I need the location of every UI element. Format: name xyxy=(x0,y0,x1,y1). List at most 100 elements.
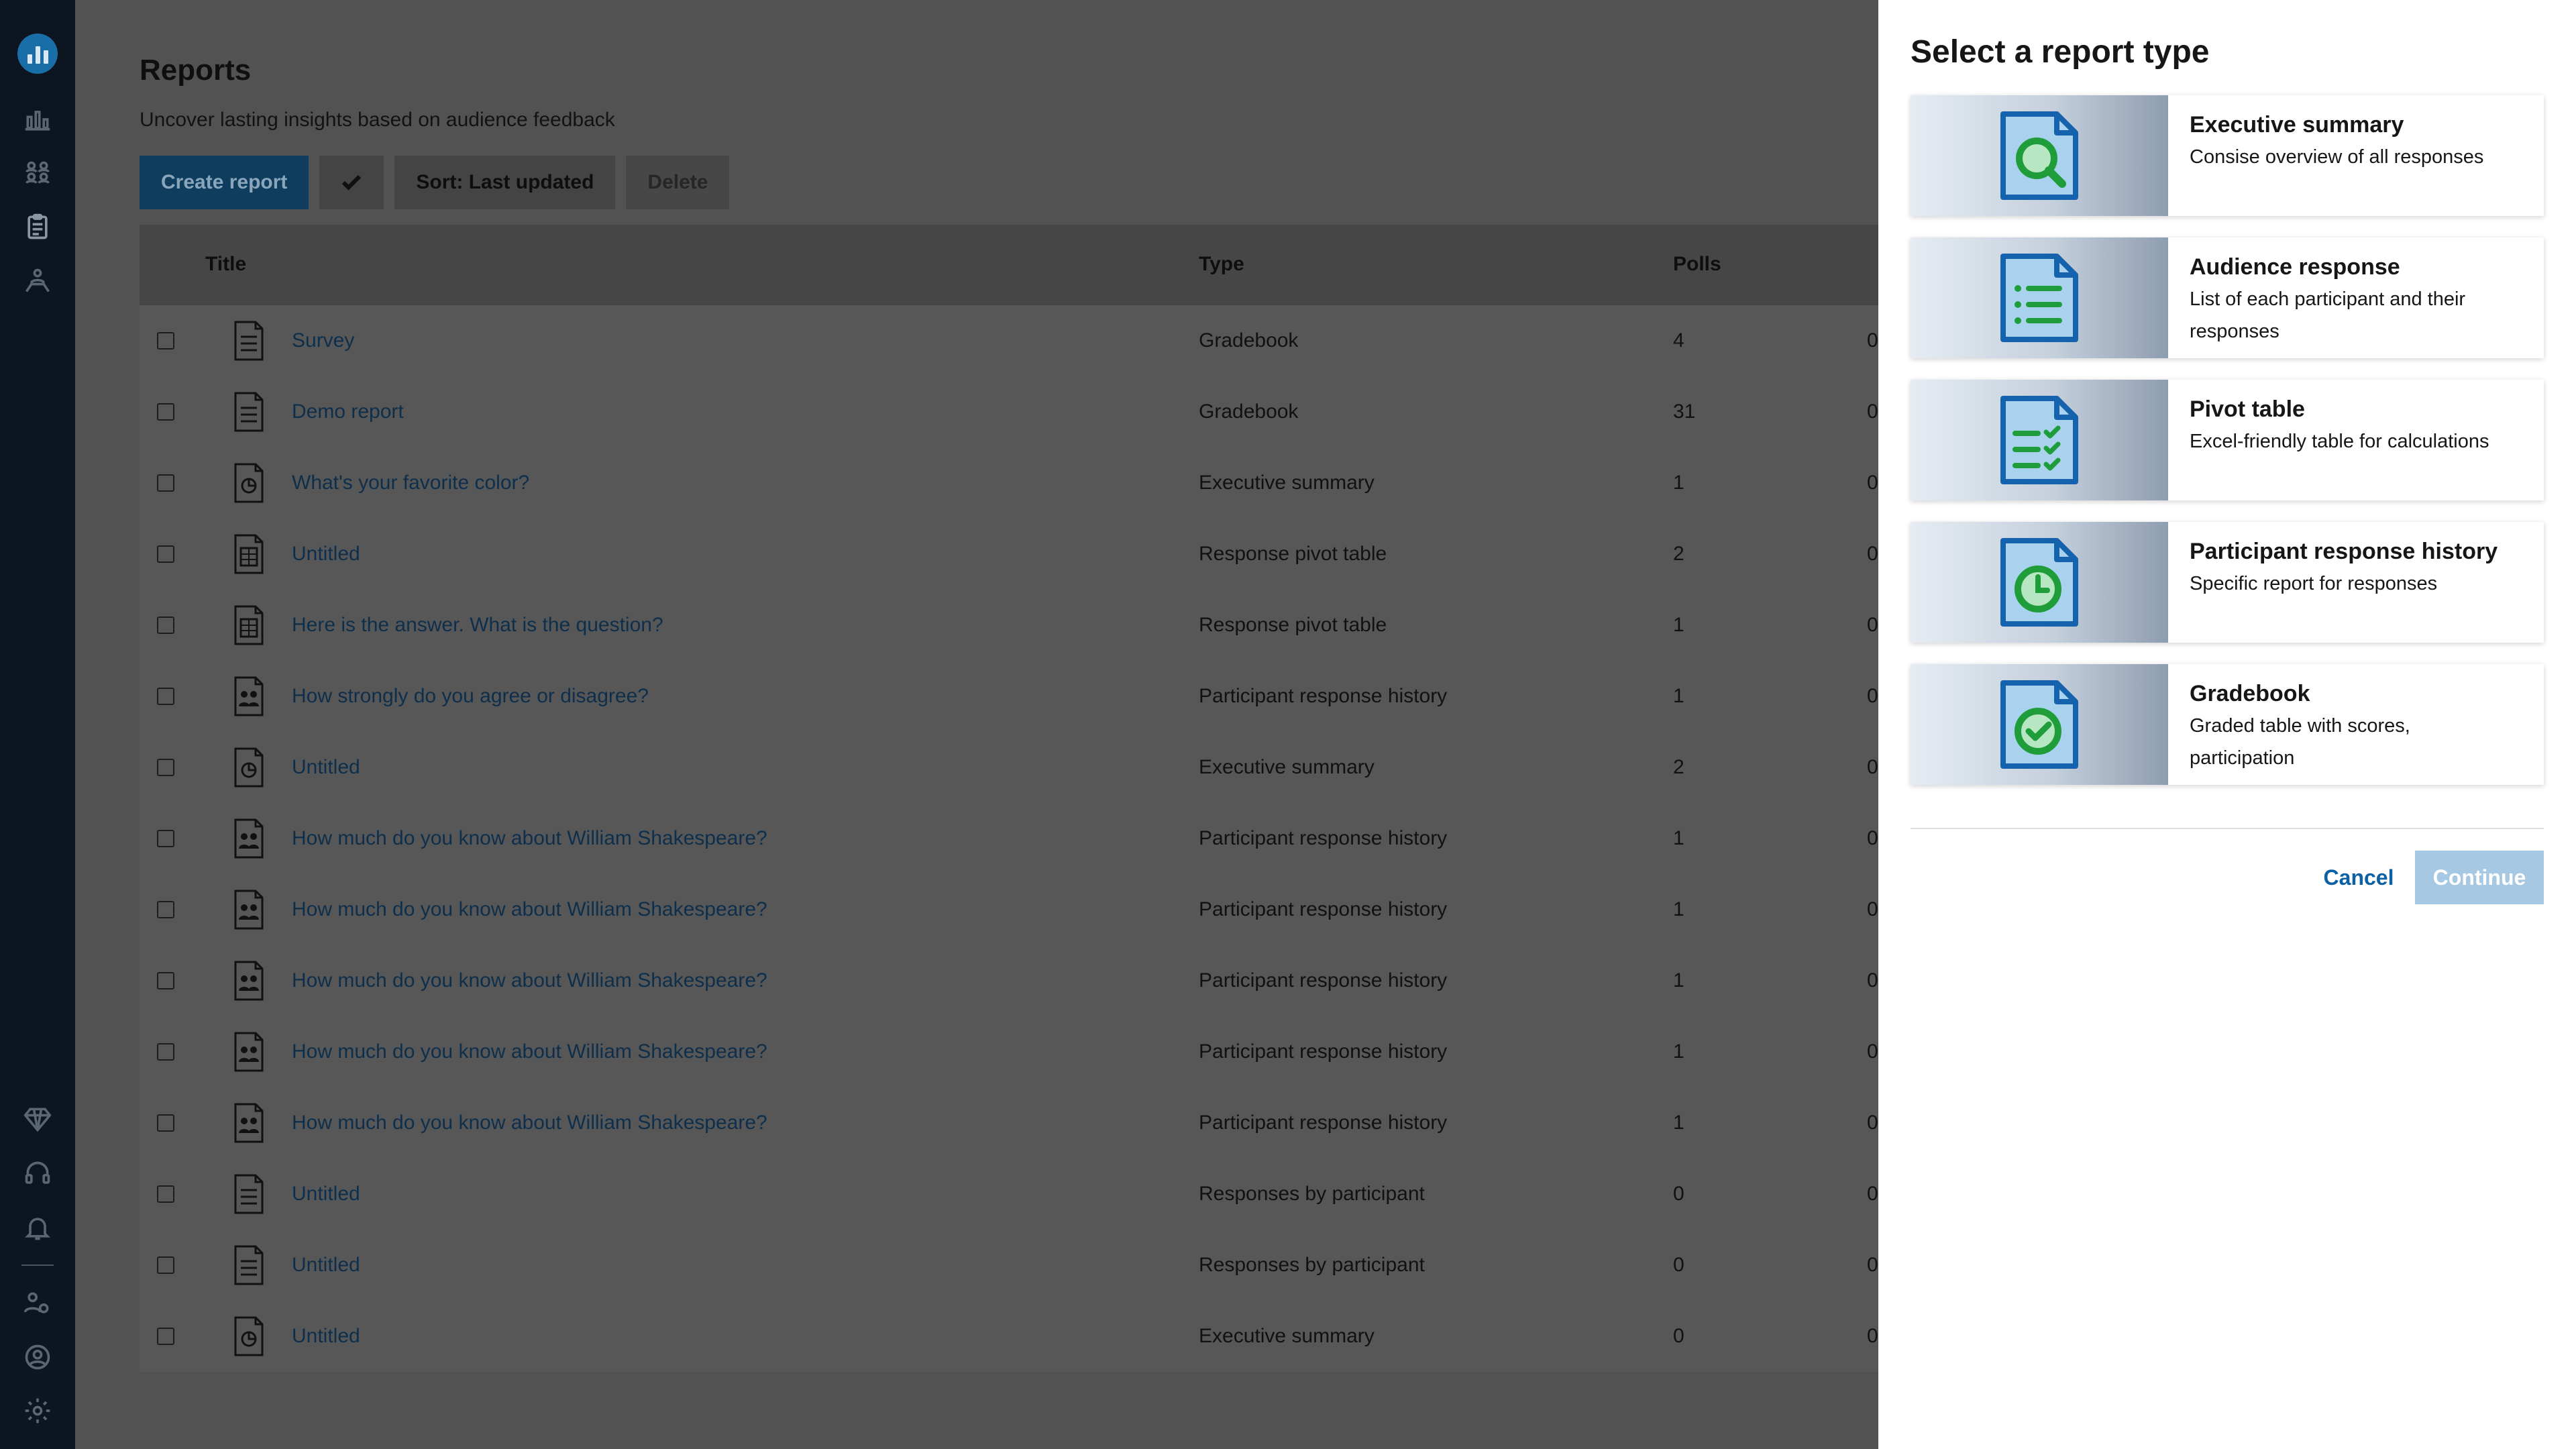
report-extra-value: 0 xyxy=(1867,1254,1878,1276)
table-row[interactable]: How strongly do you agree or disagree? Pa… xyxy=(140,661,1878,732)
table-row[interactable]: Untitled Response pivot table 2 0 xyxy=(140,519,1878,590)
report-title-link[interactable]: Untitled xyxy=(292,1183,360,1205)
team-settings-icon[interactable] xyxy=(19,1285,56,1322)
card-description: Excel-friendly table for calculations xyxy=(2190,431,2489,452)
reports-main: Reports Uncover lasting insights based o… xyxy=(75,0,1878,1449)
table-row[interactable]: What's your favorite color? Executive sum… xyxy=(140,447,1878,519)
report-type: Executive summary xyxy=(1199,1325,1375,1347)
row-checkbox[interactable] xyxy=(157,1185,174,1203)
report-title-link[interactable]: How much do you know about William Shake… xyxy=(292,827,767,850)
table-row[interactable]: Untitled Executive summary 0 0 xyxy=(140,1301,1878,1372)
diamond-upgrade-icon[interactable] xyxy=(19,1100,56,1138)
report-polls-count: 1 xyxy=(1673,1112,1684,1134)
report-polls-count: 0 xyxy=(1673,1325,1684,1347)
report-title-link[interactable]: What's your favorite color? xyxy=(292,472,529,494)
table-row[interactable]: Untitled Responses by participant 0 0 xyxy=(140,1159,1878,1230)
bar-chart-icon[interactable] xyxy=(19,101,56,138)
audience-icon[interactable] xyxy=(19,154,56,192)
report-title-link[interactable]: How much do you know about William Shake… xyxy=(292,898,767,921)
account-avatar-icon[interactable] xyxy=(19,1338,56,1376)
report-type: Response pivot table xyxy=(1199,614,1387,636)
create-report-button[interactable]: Create report xyxy=(140,156,309,209)
column-header-polls[interactable]: Polls xyxy=(1673,253,1721,276)
report-title-link[interactable]: Untitled xyxy=(292,756,360,779)
bell-notifications-icon[interactable] xyxy=(19,1209,56,1246)
row-checkbox[interactable] xyxy=(157,616,174,634)
report-type-card-pivot-table[interactable]: Pivot table Excel-friendly table for cal… xyxy=(1911,380,2544,500)
gear-settings-icon[interactable] xyxy=(19,1392,56,1430)
report-title-link[interactable]: Survey xyxy=(292,329,354,352)
column-header-title[interactable]: Title xyxy=(205,253,246,276)
sort-button[interactable]: Sort: Last updated xyxy=(394,156,616,209)
table-row[interactable]: Demo report Gradebook 31 0 xyxy=(140,376,1878,447)
clock-icon xyxy=(1911,522,2168,643)
report-type: Executive summary xyxy=(1199,756,1375,778)
row-checkbox[interactable] xyxy=(157,1328,174,1345)
table-row[interactable]: Survey Gradebook 4 0 xyxy=(140,305,1878,376)
row-checkbox[interactable] xyxy=(157,830,174,847)
report-title-link[interactable]: Demo report xyxy=(292,400,404,423)
row-checkbox[interactable] xyxy=(157,403,174,421)
report-document-icon xyxy=(233,462,264,504)
report-document-icon xyxy=(233,1102,264,1144)
panel-divider xyxy=(1911,828,2544,829)
table-header: Title Type Polls xyxy=(140,225,1878,305)
continue-button[interactable]: Continue xyxy=(2415,851,2544,904)
left-nav-rail xyxy=(0,0,75,1449)
row-checkbox[interactable] xyxy=(157,1114,174,1132)
report-document-icon xyxy=(233,533,264,575)
row-checkbox[interactable] xyxy=(157,545,174,563)
report-polls-count: 1 xyxy=(1673,685,1684,707)
report-type-card-executive-summary[interactable]: Executive summary Consise overview of al… xyxy=(1911,95,2544,216)
row-checkbox[interactable] xyxy=(157,332,174,350)
report-extra-value: 0 xyxy=(1867,543,1878,565)
report-type-card-participant-history[interactable]: Participant response history Specific re… xyxy=(1911,522,2544,643)
report-extra-value: 0 xyxy=(1867,1325,1878,1347)
report-title-link[interactable]: Here is the answer. What is the question… xyxy=(292,614,663,637)
report-title-link[interactable]: How strongly do you agree or disagree? xyxy=(292,685,649,708)
report-title-link[interactable]: How much do you know about William Shake… xyxy=(292,1040,767,1063)
table-row[interactable]: How much do you know about William Shake… xyxy=(140,874,1878,945)
app-logo-icon[interactable] xyxy=(17,34,58,74)
report-title-link[interactable]: How much do you know about William Shake… xyxy=(292,1112,767,1134)
report-type: Gradebook xyxy=(1199,329,1299,352)
row-checkbox[interactable] xyxy=(157,759,174,776)
table-row[interactable]: Untitled Responses by participant 0 0 xyxy=(140,1230,1878,1301)
row-checkbox[interactable] xyxy=(157,474,174,492)
column-header-type[interactable]: Type xyxy=(1199,253,1244,276)
headset-support-icon[interactable] xyxy=(19,1155,56,1193)
report-extra-value: 0 xyxy=(1867,898,1878,920)
report-title-link[interactable]: Untitled xyxy=(292,1254,360,1277)
delete-button[interactable]: Delete xyxy=(626,156,730,209)
reports-clipboard-icon[interactable] xyxy=(19,208,56,246)
report-document-icon xyxy=(233,1316,264,1357)
row-checkbox[interactable] xyxy=(157,972,174,989)
table-row[interactable]: How much do you know about William Shake… xyxy=(140,803,1878,874)
report-title-link[interactable]: Untitled xyxy=(292,543,360,566)
report-title-link[interactable]: How much do you know about William Shake… xyxy=(292,969,767,992)
report-type-card-gradebook[interactable]: Gradebook Graded table with scores, part… xyxy=(1911,664,2544,785)
table-body: Survey Gradebook 4 0 Demo report Gradebook 31 0… xyxy=(140,305,1878,1372)
report-title-link[interactable]: Untitled xyxy=(292,1325,360,1348)
report-polls-count: 2 xyxy=(1673,543,1684,565)
report-type: Gradebook xyxy=(1199,400,1299,423)
row-checkbox[interactable] xyxy=(157,1256,174,1274)
presenter-icon[interactable] xyxy=(19,262,56,299)
cancel-button[interactable]: Cancel xyxy=(2298,851,2419,904)
table-row[interactable]: How much do you know about William Shake… xyxy=(140,945,1878,1016)
select-all-button[interactable] xyxy=(319,156,384,209)
report-extra-value: 0 xyxy=(1867,472,1878,494)
row-checkbox[interactable] xyxy=(157,688,174,705)
table-row[interactable]: Untitled Executive summary 2 0 xyxy=(140,732,1878,803)
reports-toolbar: Create report Sort: Last updated Delete xyxy=(140,156,730,209)
card-description: participation xyxy=(2190,747,2295,769)
row-checkbox[interactable] xyxy=(157,1043,174,1061)
table-row[interactable]: How much do you know about William Shake… xyxy=(140,1016,1878,1087)
table-row[interactable]: How much do you know about William Shake… xyxy=(140,1087,1878,1159)
report-type: Participant response history xyxy=(1199,827,1448,849)
report-polls-count: 0 xyxy=(1673,1183,1684,1205)
report-document-icon xyxy=(233,889,264,930)
table-row[interactable]: Here is the answer. What is the question… xyxy=(140,590,1878,661)
report-type-card-audience-response[interactable]: Audience response List of each participa… xyxy=(1911,237,2544,358)
row-checkbox[interactable] xyxy=(157,901,174,918)
